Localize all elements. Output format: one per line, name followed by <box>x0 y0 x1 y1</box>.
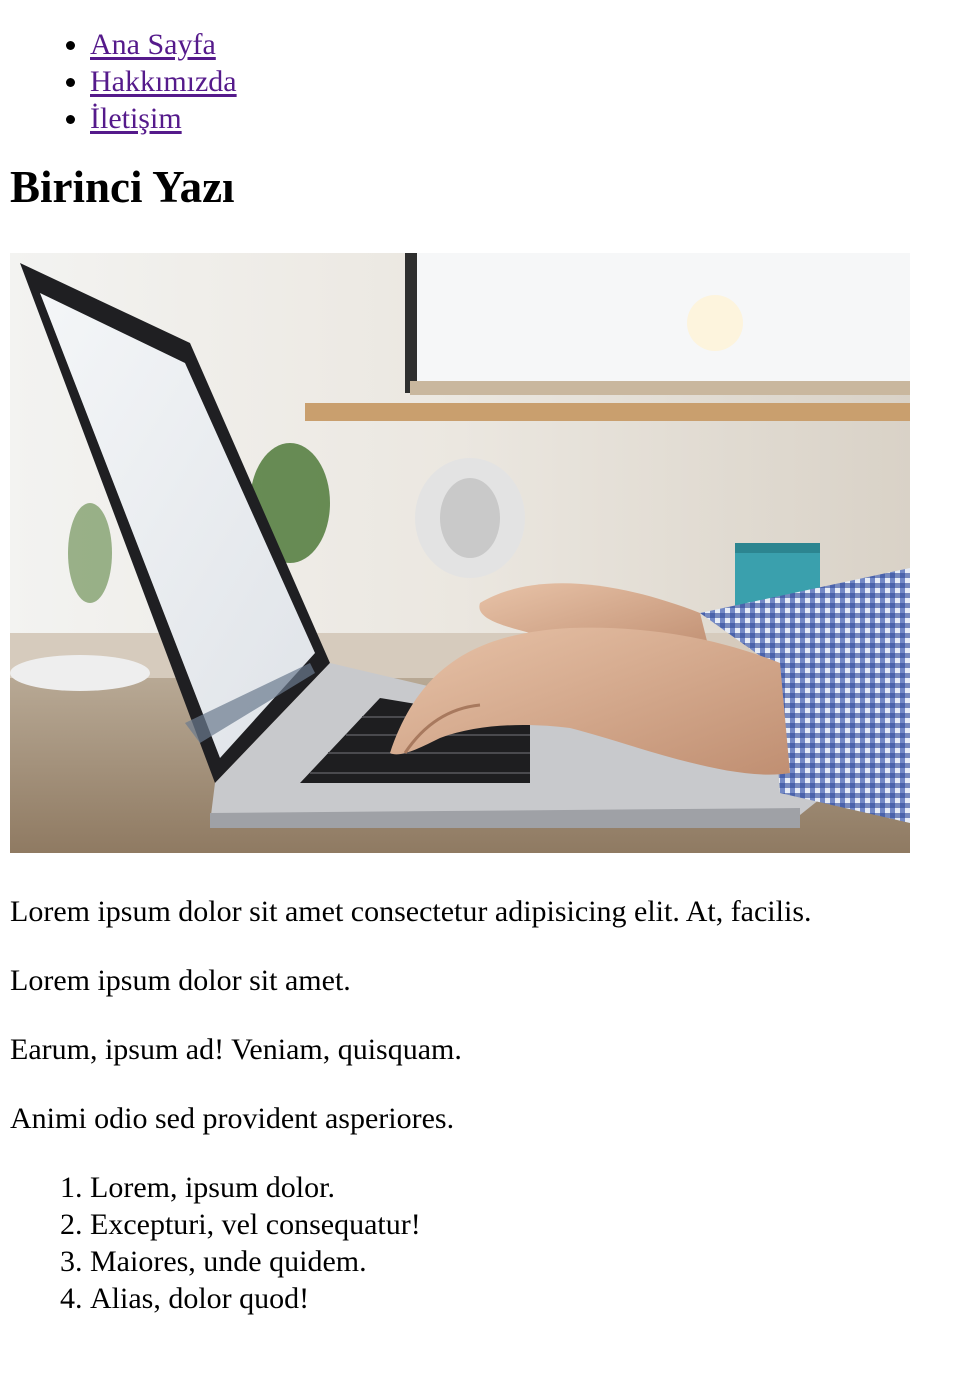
nav-item-about: Hakkımızda <box>90 63 970 100</box>
paragraph-2: Lorem ipsum dolor sit amet. <box>10 964 351 997</box>
ordered-list: Lorem, ipsum dolor. Excepturi, vel conse… <box>10 1169 970 1317</box>
laptop-typing-photo <box>10 253 910 853</box>
list-item: Lorem, ipsum dolor. <box>90 1169 970 1206</box>
nav-item-home: Ana Sayfa <box>90 26 970 63</box>
paragraph-4: Animi odio sed provident asperiores. <box>10 1102 455 1135</box>
page: Ana Sayfa Hakkımızda İletişim Birinci Ya… <box>0 26 980 1317</box>
list-item: Excepturi, vel consequatur! <box>90 1206 970 1243</box>
nav-item-contact: İletişim <box>90 100 970 137</box>
list-item: Alias, dolor quod! <box>90 1280 970 1317</box>
article-title: Birinci Yazı <box>10 162 235 212</box>
nav-menu: Ana Sayfa Hakkımızda İletişim <box>10 26 970 137</box>
nav-link-home[interactable]: Ana Sayfa <box>90 28 216 61</box>
nav-link-about[interactable]: Hakkımızda <box>90 65 237 98</box>
paragraph-3: Earum, ipsum ad! Veniam, quisquam. <box>10 1033 462 1066</box>
nav-link-contact[interactable]: İletişim <box>90 102 182 135</box>
list-item: Maiores, unde quidem. <box>90 1243 970 1280</box>
paragraph-1: Lorem ipsum dolor sit amet consectetur a… <box>10 895 812 928</box>
